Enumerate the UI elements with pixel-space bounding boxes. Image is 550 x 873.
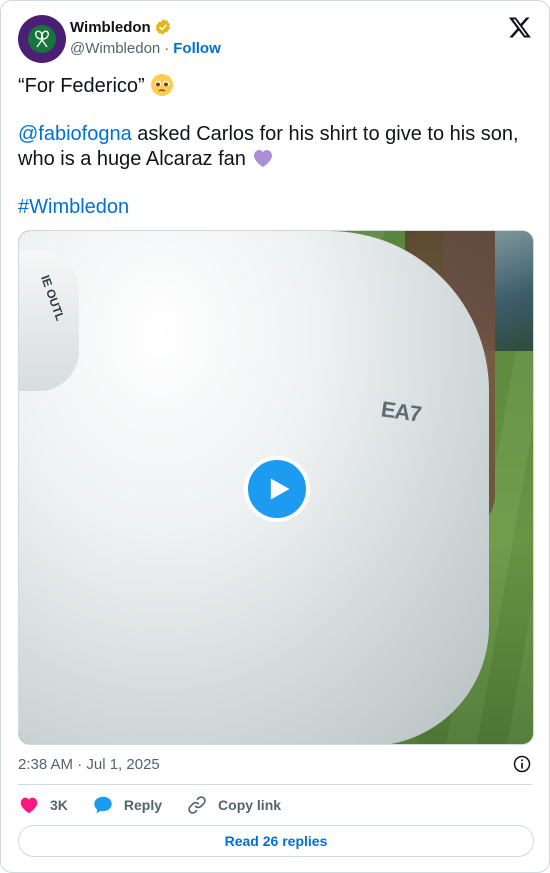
play-button[interactable]	[244, 456, 310, 522]
mention-link[interactable]: @fabiofogna	[18, 123, 132, 145]
tweet-meta: 2:38 AM · Jul 1, 2025	[18, 754, 532, 774]
action-bar: 3K Reply Copy link	[18, 793, 305, 817]
tweet-header: Wimbledon @Wimbledon · Follow	[18, 15, 532, 63]
reply-label: Reply	[123, 797, 163, 813]
link-icon	[188, 796, 206, 814]
avatar[interactable]	[18, 15, 66, 63]
copy-link-button[interactable]: Copy link	[186, 794, 281, 816]
hashtag-link[interactable]: #Wimbledon	[18, 196, 129, 218]
reply-bubble-icon	[94, 796, 112, 814]
copy-link-label: Copy link	[218, 797, 282, 813]
follow-button[interactable]: Follow	[173, 40, 221, 57]
like-count: 3K	[50, 797, 68, 813]
purple-heart-emoji-icon	[254, 150, 273, 167]
x-logo-icon[interactable]	[508, 15, 532, 39]
reply-button[interactable]: Reply	[92, 794, 162, 816]
read-replies-button[interactable]: Read 26 replies	[18, 825, 534, 857]
play-icon	[270, 478, 290, 500]
tennis-rackets-icon	[28, 25, 56, 53]
video-player[interactable]: IE OUTL EA7	[18, 230, 534, 745]
shirt-brand: EA7	[379, 396, 423, 427]
like-button[interactable]: 3K	[18, 794, 68, 816]
divider	[18, 784, 532, 785]
video-frame-sleeve	[19, 251, 79, 391]
heart-icon	[20, 797, 38, 814]
pleading-face-emoji-icon	[151, 74, 174, 96]
tweet-card: Wimbledon @Wimbledon · Follow “For Feder…	[0, 0, 550, 873]
author-handle[interactable]: @Wimbledon	[70, 40, 160, 57]
author-name[interactable]: Wimbledon	[70, 19, 151, 36]
info-icon[interactable]	[512, 754, 532, 774]
verified-badge-icon	[155, 19, 170, 35]
tweet-line1: “For Federico”	[18, 75, 151, 97]
tweet-text: “For Federico” @fabiofogna asked Carlos …	[18, 73, 534, 219]
timestamp[interactable]: 2:38 AM · Jul 1, 2025	[18, 756, 160, 773]
separator-dot: ·	[164, 40, 170, 57]
